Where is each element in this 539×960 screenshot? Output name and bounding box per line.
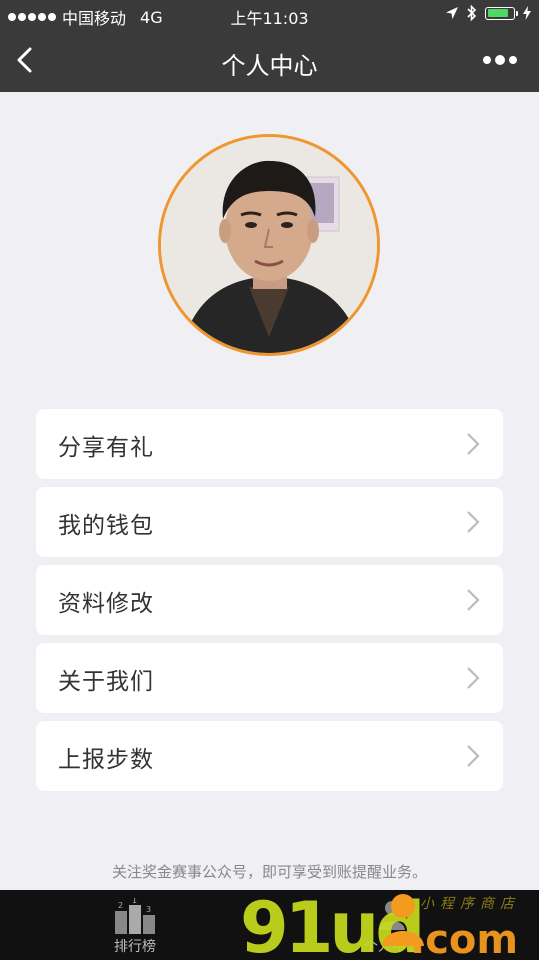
chevron-right-icon (467, 745, 480, 767)
svg-text:小程序商店: 小程序商店 (420, 896, 520, 912)
more-dot (483, 56, 491, 64)
menu-item-about-us[interactable]: 关于我们 (36, 643, 503, 713)
svg-text:2: 2 (118, 901, 123, 910)
status-bar: 中国移动 4G 上午11:03 (0, 0, 539, 30)
chevron-right-icon (467, 589, 480, 611)
svg-text:.com: .com (410, 917, 518, 960)
menu-item-label: 资料修改 (58, 591, 154, 617)
more-button[interactable] (483, 50, 523, 70)
podium-icon: 2 1 3 (115, 898, 155, 934)
menu-item-label: 关于我们 (58, 669, 154, 695)
battery-icon (485, 6, 518, 20)
status-right (445, 4, 531, 22)
charging-bolt-icon (523, 6, 531, 20)
menu-item-wallet[interactable]: 我的钱包 (36, 487, 503, 557)
more-dot (495, 55, 505, 65)
svg-text:1: 1 (132, 898, 137, 905)
battery-level-fill (487, 9, 508, 17)
user-avatar-photo (161, 137, 377, 353)
chevron-right-icon (467, 511, 480, 533)
tab-bar: 2 1 3 排行榜 个人中心 91ud .com 小程序商店 (0, 890, 539, 960)
tab-label: 排行榜 (114, 939, 156, 955)
chevron-right-icon (467, 433, 480, 455)
tab-leaderboard[interactable]: 2 1 3 排行榜 (65, 890, 205, 960)
menu-item-share-gift[interactable]: 分享有礼 (36, 409, 503, 479)
more-dot (509, 56, 517, 64)
menu-item-label: 我的钱包 (58, 513, 154, 539)
menu-item-label: 分享有礼 (58, 435, 154, 461)
svg-text:3: 3 (146, 905, 151, 914)
page-title: 个人中心 (221, 52, 318, 80)
chevron-right-icon (467, 667, 480, 689)
bluetooth-icon (467, 4, 477, 22)
location-arrow-icon (446, 7, 458, 19)
subscribe-notice: 关注奖金赛事公众号，即可享受到账提醒业务。 (111, 863, 427, 881)
watermark-logo: 91ud .com 小程序商店 (240, 890, 520, 960)
menu-item-edit-profile[interactable]: 资料修改 (36, 565, 503, 635)
nav-bar: 个人中心 (0, 30, 539, 92)
menu-item-label: 上报步数 (58, 747, 154, 773)
menu-item-report-steps[interactable]: 上报步数 (36, 721, 503, 791)
avatar[interactable] (158, 134, 380, 356)
